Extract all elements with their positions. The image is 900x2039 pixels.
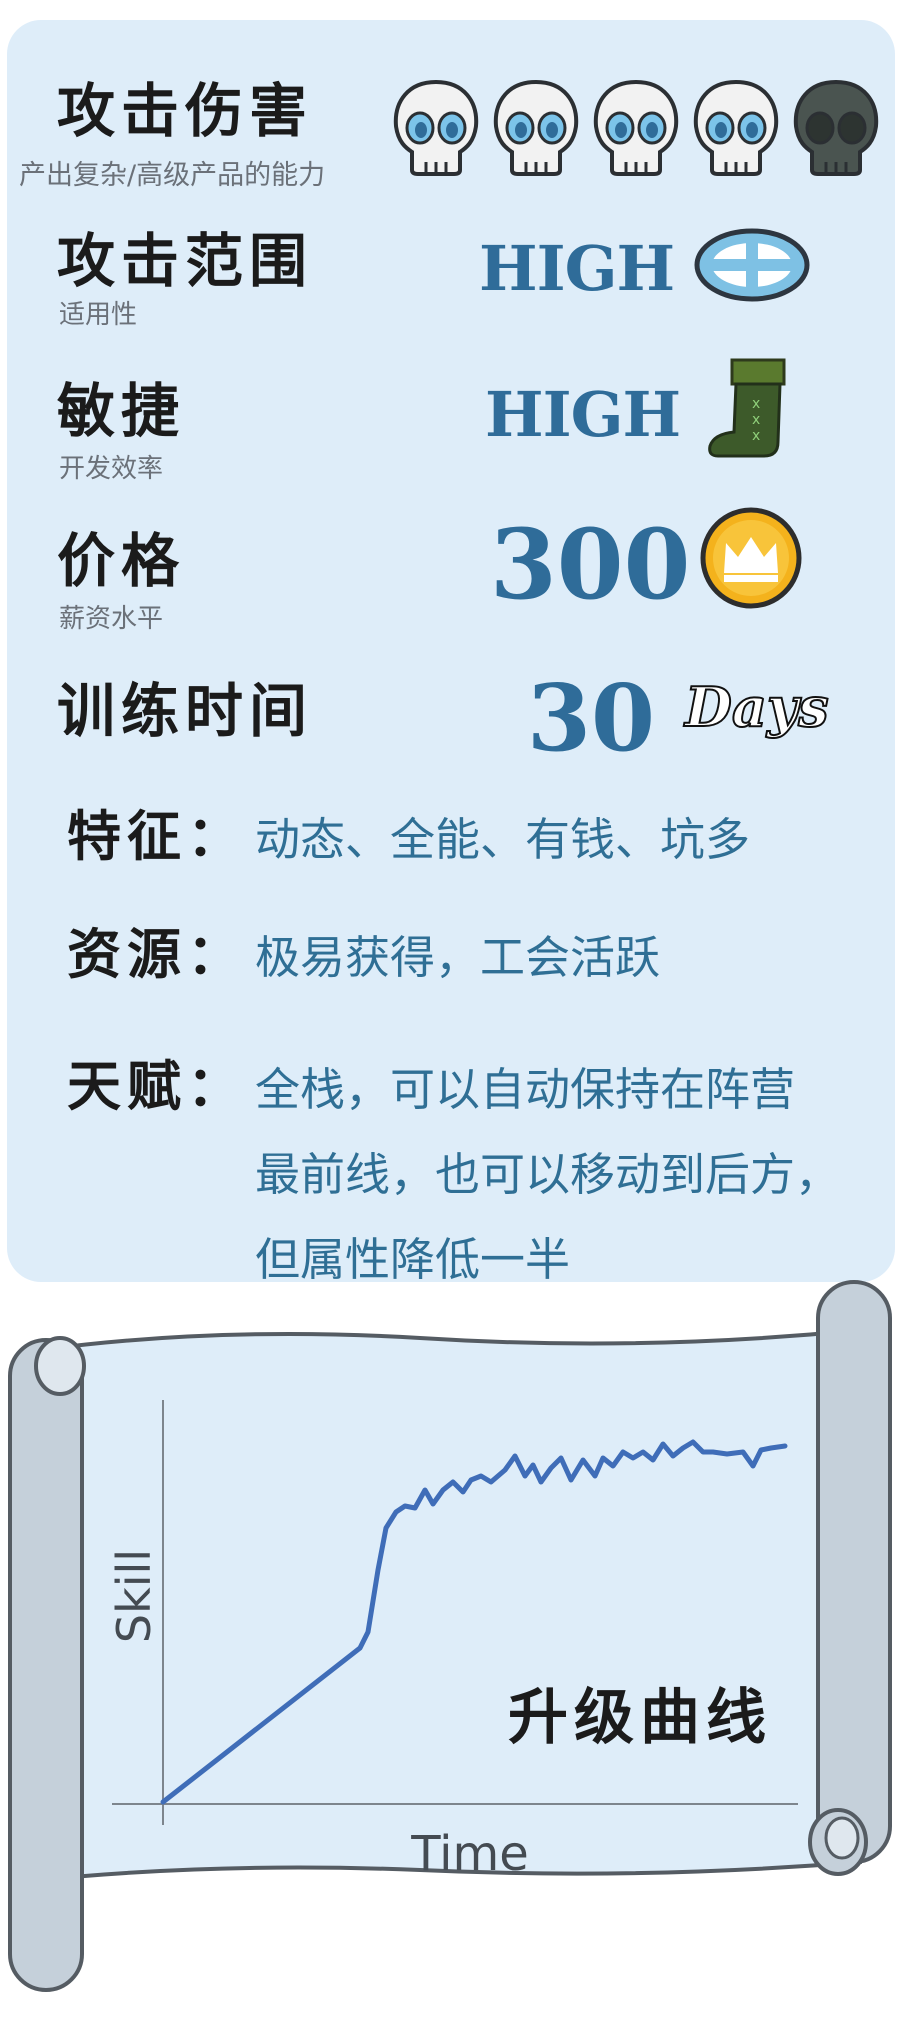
svg-text:x: x [752, 428, 760, 444]
x-axis-label: Time [410, 1826, 528, 1882]
attack-range-sub: 适用性 [59, 300, 138, 330]
stats-card: 攻击伤害 产出复杂/高级产品的能力 攻击范围 适用性 HIGH 敏捷 开发效率 … [7, 20, 895, 1286]
features-value: 动态、全能、有钱、坑多 [255, 813, 751, 866]
price-label: 价格 [57, 527, 186, 595]
talent-label: 天赋： [67, 1055, 247, 1118]
upgrade-curve-scroll: Skill Time 升级曲线 [8, 1280, 892, 1992]
svg-text:x: x [752, 412, 760, 428]
skull-icon [493, 79, 579, 176]
price-sub: 薪资水平 [59, 604, 164, 634]
right-scroll-rod [816, 1280, 892, 1864]
training-unit: Days [684, 675, 830, 739]
y-axis-label: Skill [107, 1549, 161, 1643]
boot-icon: x x x [708, 358, 786, 458]
crosshair-disc-icon [694, 228, 810, 302]
features-label: 特征： [67, 805, 247, 868]
skull-icon [593, 79, 679, 176]
attack-range-label: 攻击范围 [57, 227, 314, 295]
training-value: 30 [527, 664, 656, 772]
scroll-title: 升级曲线 [508, 1683, 772, 1753]
resources-label: 资源： [67, 923, 247, 986]
attack-damage-sub: 产出复杂/高级产品的能力 [19, 160, 326, 191]
resources-value: 极易获得，工会活跃 [255, 931, 661, 984]
agility-label: 敏捷 [57, 377, 186, 445]
training-label: 训练时间 [57, 677, 314, 745]
price-value: 300 [490, 508, 691, 621]
skull-icon-empty [793, 79, 879, 176]
talent-line-1: 全栈，可以自动保持在阵营 [255, 1063, 796, 1116]
attack-damage-label: 攻击伤害 [57, 77, 314, 145]
agility-sub: 开发效率 [59, 454, 164, 484]
crown-coin-icon [700, 507, 802, 609]
attack-range-value: HIGH [479, 232, 675, 305]
talent-line-2: 最前线，也可以移动到后方， [255, 1148, 841, 1201]
left-scroll-rod [8, 1338, 84, 1992]
skull-icon [693, 79, 779, 176]
skull-icon [393, 79, 479, 176]
agility-value: HIGH [485, 378, 681, 451]
svg-text:x: x [752, 396, 760, 412]
